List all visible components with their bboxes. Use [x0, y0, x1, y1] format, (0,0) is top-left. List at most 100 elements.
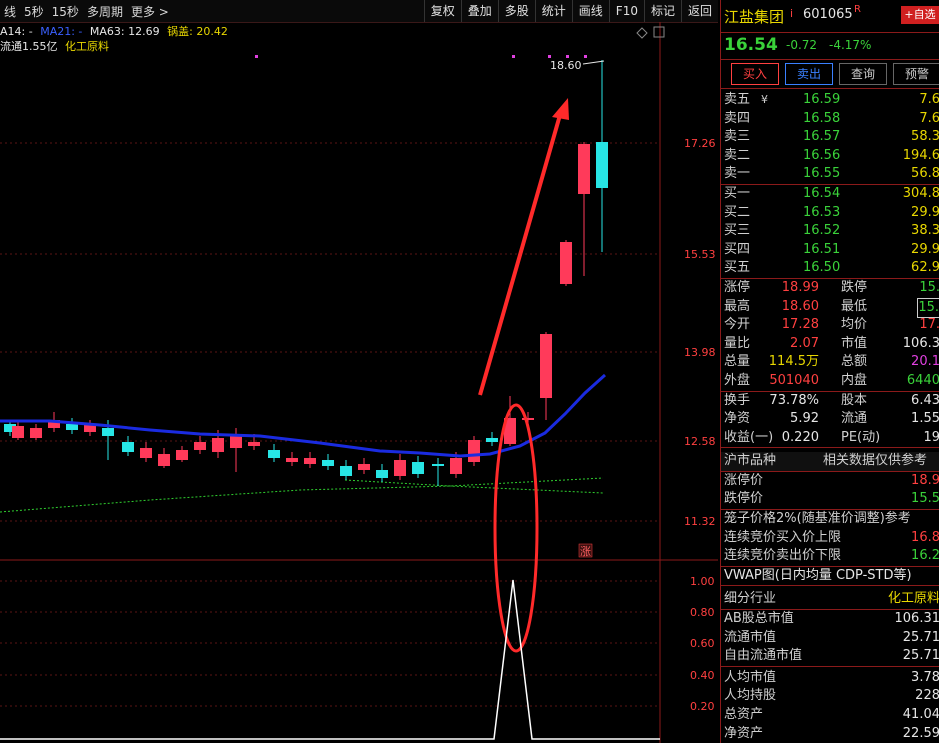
period-15s[interactable]: 15秒 [48, 3, 83, 20]
candle-body [540, 334, 552, 398]
candle-body [286, 458, 298, 462]
indicator-line [0, 579, 660, 740]
alert-button[interactable]: 预警 [893, 63, 939, 85]
guogai-label: 锅盖: [167, 25, 193, 38]
industry-row: 细分行业 化工原料 [724, 591, 939, 607]
add-favorite-button[interactable]: +自选 [901, 6, 939, 24]
candle-body [322, 460, 334, 466]
axis-tick: 12.58 [684, 435, 716, 448]
stock-name: 江盐集团 [724, 8, 785, 26]
buy-orders: 买一 16.54 304.8 买二 16.53 29.9 买三 16.52 38.3 买四 1… [721, 183, 939, 278]
cap-row: 自由流通市值 25.71 [724, 648, 939, 664]
candle-body [522, 418, 534, 420]
candle-body [230, 436, 242, 448]
panel-toggle-icon[interactable] [653, 26, 665, 38]
stats-button[interactable]: 统计 [534, 0, 572, 22]
kline-chart[interactable]: 17.26 15.53 13.98 12.58 11.32 1.00 0.80 … [0, 22, 718, 743]
f10-button[interactable]: F10 [608, 0, 644, 22]
candle-body [468, 440, 480, 462]
stat-row: 净资 5.92 流通 1.55 [724, 411, 939, 427]
order-row: 卖四 16.58 7.6 [724, 110, 939, 126]
price-line: 16.54 -0.72 -4.17% [721, 33, 939, 60]
order-row: 买一 16.54 304.8 [724, 185, 939, 201]
sub-axis-tick: 0.80 [690, 606, 715, 619]
candle-body [304, 458, 316, 464]
buy-button[interactable]: 买入 [731, 63, 779, 85]
stat-row: 今开 17.28 均价 17. [724, 317, 939, 333]
float-info: 流通1.55亿 化工原料 [0, 38, 109, 54]
per-row: 总资产 41.04 [724, 707, 939, 722]
stat-row: 最高 18.60 最低 15. [721, 297, 939, 319]
sub-axis-tick: 0.20 [690, 700, 715, 713]
mark-button[interactable]: 标记 [643, 0, 681, 22]
cage-title: 笼子价格2%(随基准价调整)参考 [724, 511, 911, 527]
cage-row: 连续竞价卖出价下限 16.2 [724, 548, 939, 564]
candle-body [66, 424, 78, 430]
sub-axis-tick: 1.00 [690, 575, 715, 588]
price-change: -0.72 [786, 38, 818, 52]
candlesticks [4, 60, 608, 486]
top-markers [255, 55, 587, 58]
ma63-value: MA63: 12.69 [89, 25, 160, 38]
candle-body [358, 464, 370, 470]
ma14-value: A14: - [0, 25, 33, 38]
sub-axis-tick: 0.40 [690, 669, 715, 682]
stat-row: 收益(一) 0.220 PE(动) 19 [724, 429, 939, 445]
current-price: 16.54 [724, 35, 778, 55]
sell-button[interactable]: 卖出 [785, 63, 833, 85]
ma21-value: MA21: - [40, 25, 83, 38]
trade-buttons: 买入 卖出 查询 预警 [721, 60, 939, 89]
axis-tick: 13.98 [684, 346, 716, 359]
candle-body [268, 450, 280, 458]
candle-body [102, 428, 114, 436]
high-price-label: 18.60 [550, 59, 582, 72]
overlay-button[interactable]: 叠加 [460, 0, 498, 22]
adjust-button[interactable]: 复权 [423, 0, 461, 22]
candle-body [194, 442, 206, 450]
order-row: 卖五 ¥16.59 7.6 [721, 91, 939, 110]
limit-row: 涨停价 18.9 [724, 472, 939, 488]
vwap-link[interactable]: VWAP图(日内均量 CDP-STD等) [721, 567, 939, 586]
candle-body [486, 438, 498, 442]
candle-body [596, 142, 608, 188]
multi-period[interactable]: 多周期 [83, 3, 127, 20]
stat-row: 涨停 18.99 跌停 15. [724, 279, 939, 295]
stats-block: 涨停 18.99 跌停 15. 最高 18.60 最低 15. 今开 17.28 均价 17. 量… [721, 277, 939, 391]
draw-button[interactable]: 画线 [571, 0, 609, 22]
per-row: 人均市值 3.78 [724, 669, 939, 685]
diamond-icon[interactable] [636, 27, 648, 39]
stat-row: 外盘 501040 内盘 6440 [724, 372, 939, 388]
period-5s[interactable]: 5秒 [20, 3, 48, 20]
order-row: 买五 16.50 62.9 [724, 260, 939, 276]
period-line[interactable]: 线 [0, 3, 20, 20]
candle-body [12, 426, 24, 438]
candle-body [394, 460, 406, 476]
candle-body [412, 462, 424, 474]
candle-body [248, 442, 260, 446]
quote-panel: 江盐集团 i 601065 R +自选 16.54 -0.72 -4.17% 买… [720, 0, 939, 743]
candle-body [340, 466, 352, 476]
guogai-value: 20.42 [196, 25, 228, 38]
sell-orders: 卖五 ¥16.59 7.6 卖四 16.58 7.6 卖三 16.57 58.3 卖二 16.… [721, 89, 939, 184]
order-row: 卖二 16.56 194.6 [724, 147, 939, 163]
arrow-head [552, 98, 569, 120]
back-button[interactable]: 返回 [680, 0, 718, 22]
candle-body [212, 438, 224, 452]
axis-tick: 15.53 [684, 248, 716, 261]
axis-tick: 11.32 [684, 515, 716, 528]
candle-body [578, 144, 590, 194]
more-menu[interactable]: 更多 > [127, 3, 173, 20]
candle-body [450, 458, 462, 474]
multi-stock-button[interactable]: 多股 [497, 0, 535, 22]
axis-tick: 17.26 [684, 137, 716, 150]
cage-row: 连续竞价买入价上限 16.8 [724, 529, 939, 545]
order-row: 买四 16.51 29.9 [724, 241, 939, 257]
query-button[interactable]: 查询 [839, 63, 887, 85]
yen-icon: ¥ [761, 93, 768, 106]
stock-code: 601065 [803, 7, 853, 22]
stat-row: 换手 73.78% 股本 6.43 [724, 392, 939, 408]
candle-body [376, 470, 388, 478]
per-row: 净资产 22.59 [724, 725, 939, 741]
cap-row: AB股总市值 106.31 [724, 611, 939, 627]
order-row: 买二 16.53 29.9 [724, 204, 939, 220]
